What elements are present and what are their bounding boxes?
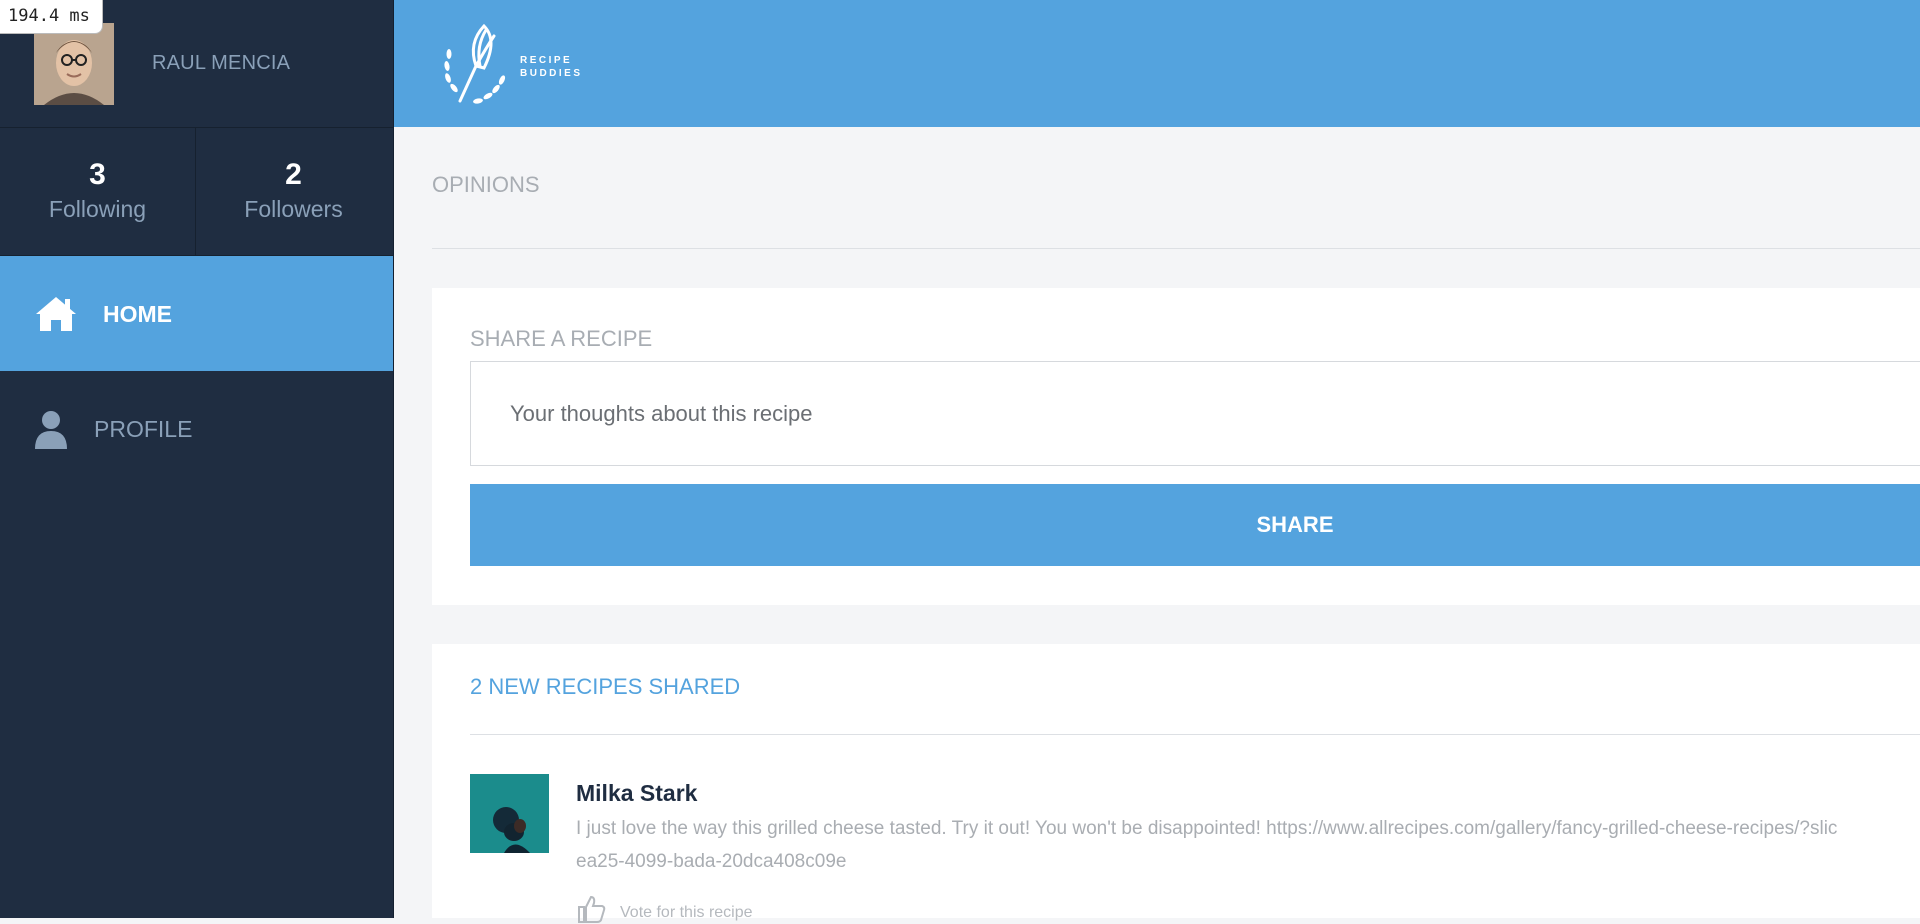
followers-label: Followers [244, 196, 343, 222]
feed-divider [470, 734, 1920, 735]
section-divider [432, 248, 1920, 249]
page-title: OPINIONS [432, 172, 540, 197]
brand-line-1: RECIPE [520, 55, 573, 66]
share-recipe-card: SHARE A RECIPE SHARE [432, 288, 1920, 605]
share-heading: SHARE A RECIPE [470, 326, 653, 351]
following-stat[interactable]: 3 Following [0, 128, 196, 255]
followers-stat[interactable]: 2 Followers [196, 128, 391, 255]
nav-home-label: HOME [103, 301, 172, 327]
post-text-line-2: ea25-4099-bada-20dca408c09e [576, 851, 847, 872]
brand-wordmark: RECIPE BUDDIES [520, 54, 583, 80]
recipes-feed-card: 2 NEW RECIPES SHARED Milka Stark I just … [432, 644, 1920, 923]
follow-stats: 3 Following 2 Followers [0, 128, 393, 256]
nav-profile-label: PROFILE [94, 416, 193, 442]
sidebar: RAUL MENCIA 3 Following 2 Followers HOME… [0, 0, 394, 918]
top-bar: RECIPE BUDDIES [394, 0, 1920, 127]
feed-post: Milka Stark I just love the way this gri… [470, 774, 1920, 924]
feed-heading[interactable]: 2 NEW RECIPES SHARED [470, 674, 740, 700]
user-avatar[interactable] [34, 23, 114, 105]
following-label: Following [48, 196, 147, 222]
user-icon [35, 411, 67, 449]
share-button[interactable]: SHARE [470, 484, 1920, 566]
nav-item-home[interactable]: HOME [0, 256, 393, 371]
post-author-avatar[interactable] [470, 774, 549, 853]
nav-item-profile[interactable]: PROFILE [0, 371, 393, 486]
brand-line-2: BUDDIES [520, 68, 583, 79]
post-author-name[interactable]: Milka Stark [576, 780, 697, 807]
thumbs-up-icon [578, 895, 606, 923]
post-text: I just love the way this grilled cheese … [576, 812, 1920, 878]
whisk-logo-icon[interactable] [440, 18, 520, 108]
followers-count: 2 [285, 158, 302, 191]
following-count: 3 [89, 158, 106, 191]
post-text-line-1: I just love the way this grilled cheese … [576, 818, 1838, 839]
timing-badge: 194.4 ms [0, 0, 103, 34]
user-name[interactable]: RAUL MENCIA [152, 52, 290, 75]
home-icon [36, 297, 76, 331]
recipe-thoughts-input[interactable] [470, 361, 1920, 466]
vote-label: Vote for this recipe [620, 904, 753, 921]
share-button-label: SHARE [1256, 512, 1334, 537]
